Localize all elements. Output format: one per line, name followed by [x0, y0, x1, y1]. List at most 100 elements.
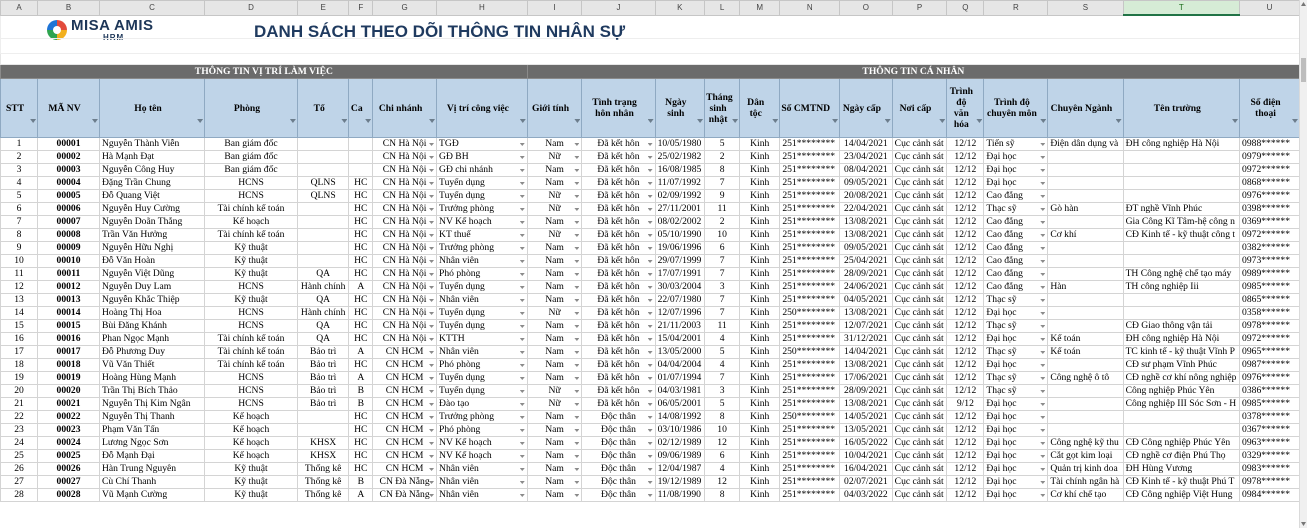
cell-employee-id[interactable]: 00017: [37, 345, 100, 359]
cell-school[interactable]: CĐ Công nghiệp Việt Hung: [1122, 488, 1241, 502]
filter-dropdown-icon[interactable]: [832, 119, 839, 123]
cell-position[interactable]: Nhân viên: [436, 254, 528, 268]
cell-stt[interactable]: 20: [0, 384, 39, 398]
cell-shift[interactable]: HC: [348, 215, 374, 229]
cell-education-level[interactable]: 12/12: [946, 293, 985, 307]
cell-school[interactable]: CĐ nghề cơ điện Phú Thọ: [1122, 449, 1241, 463]
cell-issue-place[interactable]: Cục cảnh sát: [891, 436, 948, 450]
header-noi-cap[interactable]: Nơi cấp: [891, 78, 948, 138]
cell-marital-status[interactable]: Đã kết hôn: [581, 176, 656, 190]
cell-marital-status[interactable]: Độc thân: [581, 488, 656, 502]
cell-employee-id[interactable]: 00009: [37, 241, 100, 255]
cell-major[interactable]: Cơ khí chế tạo: [1047, 488, 1124, 502]
cell-department[interactable]: Kế hoạch: [204, 410, 298, 424]
cell-ethnicity[interactable]: Kinh: [739, 241, 781, 255]
column-header-m[interactable]: M: [739, 0, 781, 16]
cell-birth-month[interactable]: 8: [704, 488, 741, 502]
cell-birth-date[interactable]: 12/04/1987: [654, 462, 706, 476]
cell-phone[interactable]: 0978******: [1239, 475, 1300, 489]
cell-qualification[interactable]: Thạc sỹ: [983, 371, 1049, 385]
cell-department[interactable]: Tài chính kế toán: [204, 358, 298, 372]
cell-full-name[interactable]: Nguyễn Huy Cường: [98, 202, 206, 216]
cell-marital-status[interactable]: Độc thân: [581, 436, 656, 450]
cell-id-number[interactable]: 251********: [779, 241, 841, 255]
cell-birth-month[interactable]: 7: [704, 306, 741, 320]
cell-phone[interactable]: 0868******: [1239, 176, 1300, 190]
cell-employee-id[interactable]: 00010: [37, 254, 100, 268]
column-header-q[interactable]: Q: [946, 0, 985, 16]
cell-gender[interactable]: Nam: [526, 176, 583, 190]
cell-school[interactable]: TH công nghiệp Iii: [1122, 280, 1241, 294]
cell-position[interactable]: Trưởng phòng: [436, 410, 528, 424]
cell-birth-month[interactable]: 2: [704, 150, 741, 164]
cell-team[interactable]: Thống kê: [296, 462, 350, 476]
cell-team[interactable]: QLNS: [296, 189, 350, 203]
cell-stt[interactable]: 21: [0, 397, 39, 411]
cell-phone[interactable]: 0972******: [1239, 163, 1300, 177]
cell-gender[interactable]: Nam: [526, 358, 583, 372]
cell-education-level[interactable]: 12/12: [946, 228, 985, 242]
cell-branch[interactable]: CN HCM: [372, 410, 438, 424]
cell-education-level[interactable]: 12/12: [946, 241, 985, 255]
cell-id-number[interactable]: 250********: [779, 345, 841, 359]
cell-position[interactable]: Trưởng phòng: [436, 202, 528, 216]
cell-birth-month[interactable]: 7: [704, 293, 741, 307]
cell-id-number[interactable]: 251********: [779, 423, 841, 437]
cell-issue-place[interactable]: Cục cảnh sát: [891, 202, 948, 216]
cell-id-number[interactable]: 251********: [779, 215, 841, 229]
cell-employee-id[interactable]: 00022: [37, 410, 100, 424]
cell-gender[interactable]: Nam: [526, 137, 583, 151]
cell-team[interactable]: Bảo trì: [296, 397, 350, 411]
cell-qualification[interactable]: Cao đẳng: [983, 267, 1049, 281]
cell-id-number[interactable]: 251********: [779, 137, 841, 151]
cell-issue-place[interactable]: Cục cảnh sát: [891, 410, 948, 424]
cell-birth-month[interactable]: 6: [704, 449, 741, 463]
cell-stt[interactable]: 18: [0, 358, 39, 372]
cell-school[interactable]: [1122, 306, 1241, 320]
cell-id-number[interactable]: 251********: [779, 332, 841, 346]
cell-position[interactable]: Nhân viên: [436, 345, 528, 359]
column-header-n[interactable]: N: [779, 0, 841, 16]
filter-dropdown-icon[interactable]: [884, 119, 891, 123]
cell-education-level[interactable]: 12/12: [946, 423, 985, 437]
cell-shift[interactable]: A: [348, 488, 374, 502]
cell-ethnicity[interactable]: Kinh: [739, 293, 781, 307]
header-dan-toc[interactable]: Dân tộc: [739, 78, 781, 138]
cell-ethnicity[interactable]: Kinh: [739, 436, 781, 450]
cell-education-level[interactable]: 12/12: [946, 163, 985, 177]
cell-ethnicity[interactable]: Kinh: [739, 176, 781, 190]
cell-issue-place[interactable]: Cục cảnh sát: [891, 345, 948, 359]
filter-dropdown-icon[interactable]: [341, 119, 348, 123]
cell-id-number[interactable]: 251********: [779, 384, 841, 398]
cell-birth-date[interactable]: 14/08/1992: [654, 410, 706, 424]
header-ten-truong[interactable]: Tên trường: [1122, 78, 1241, 138]
cell-phone[interactable]: 0987******: [1239, 358, 1300, 372]
cell-education-level[interactable]: 12/12: [946, 371, 985, 385]
cell-school[interactable]: [1122, 410, 1241, 424]
column-header-h[interactable]: H: [436, 0, 528, 16]
cell-phone[interactable]: 0976******: [1239, 189, 1300, 203]
cell-employee-id[interactable]: 00028: [37, 488, 100, 502]
cell-ethnicity[interactable]: Kinh: [739, 267, 781, 281]
cell-birth-date[interactable]: 22/07/1980: [654, 293, 706, 307]
cell-shift[interactable]: [348, 163, 374, 177]
cell-team[interactable]: QLNS: [296, 176, 350, 190]
filter-dropdown-icon[interactable]: [91, 119, 98, 123]
cell-issue-date[interactable]: 02/07/2021: [839, 475, 893, 489]
cell-shift[interactable]: [348, 137, 374, 151]
column-header-c[interactable]: C: [98, 0, 206, 16]
cell-id-number[interactable]: 251********: [779, 254, 841, 268]
cell-position[interactable]: NV Kế hoạch: [436, 449, 528, 463]
cell-stt[interactable]: 9: [0, 241, 39, 255]
cell-full-name[interactable]: Nguyễn Công Huy: [98, 163, 206, 177]
cell-qualification[interactable]: Đại học: [983, 332, 1049, 346]
cell-employee-id[interactable]: 00003: [37, 163, 100, 177]
cell-major[interactable]: Công nghệ kỹ thu: [1047, 436, 1124, 450]
cell-full-name[interactable]: Nguyễn Thị Thanh: [98, 410, 206, 424]
cell-birth-month[interactable]: 7: [704, 254, 741, 268]
cell-school[interactable]: ĐH công nghiệp Hà Nội: [1122, 332, 1241, 346]
header-so-cmtnd[interactable]: Số CMTND: [779, 78, 841, 138]
cell-gender[interactable]: Nam: [526, 267, 583, 281]
cell-birth-date[interactable]: 17/07/1991: [654, 267, 706, 281]
cell-birth-month[interactable]: 3: [704, 280, 741, 294]
